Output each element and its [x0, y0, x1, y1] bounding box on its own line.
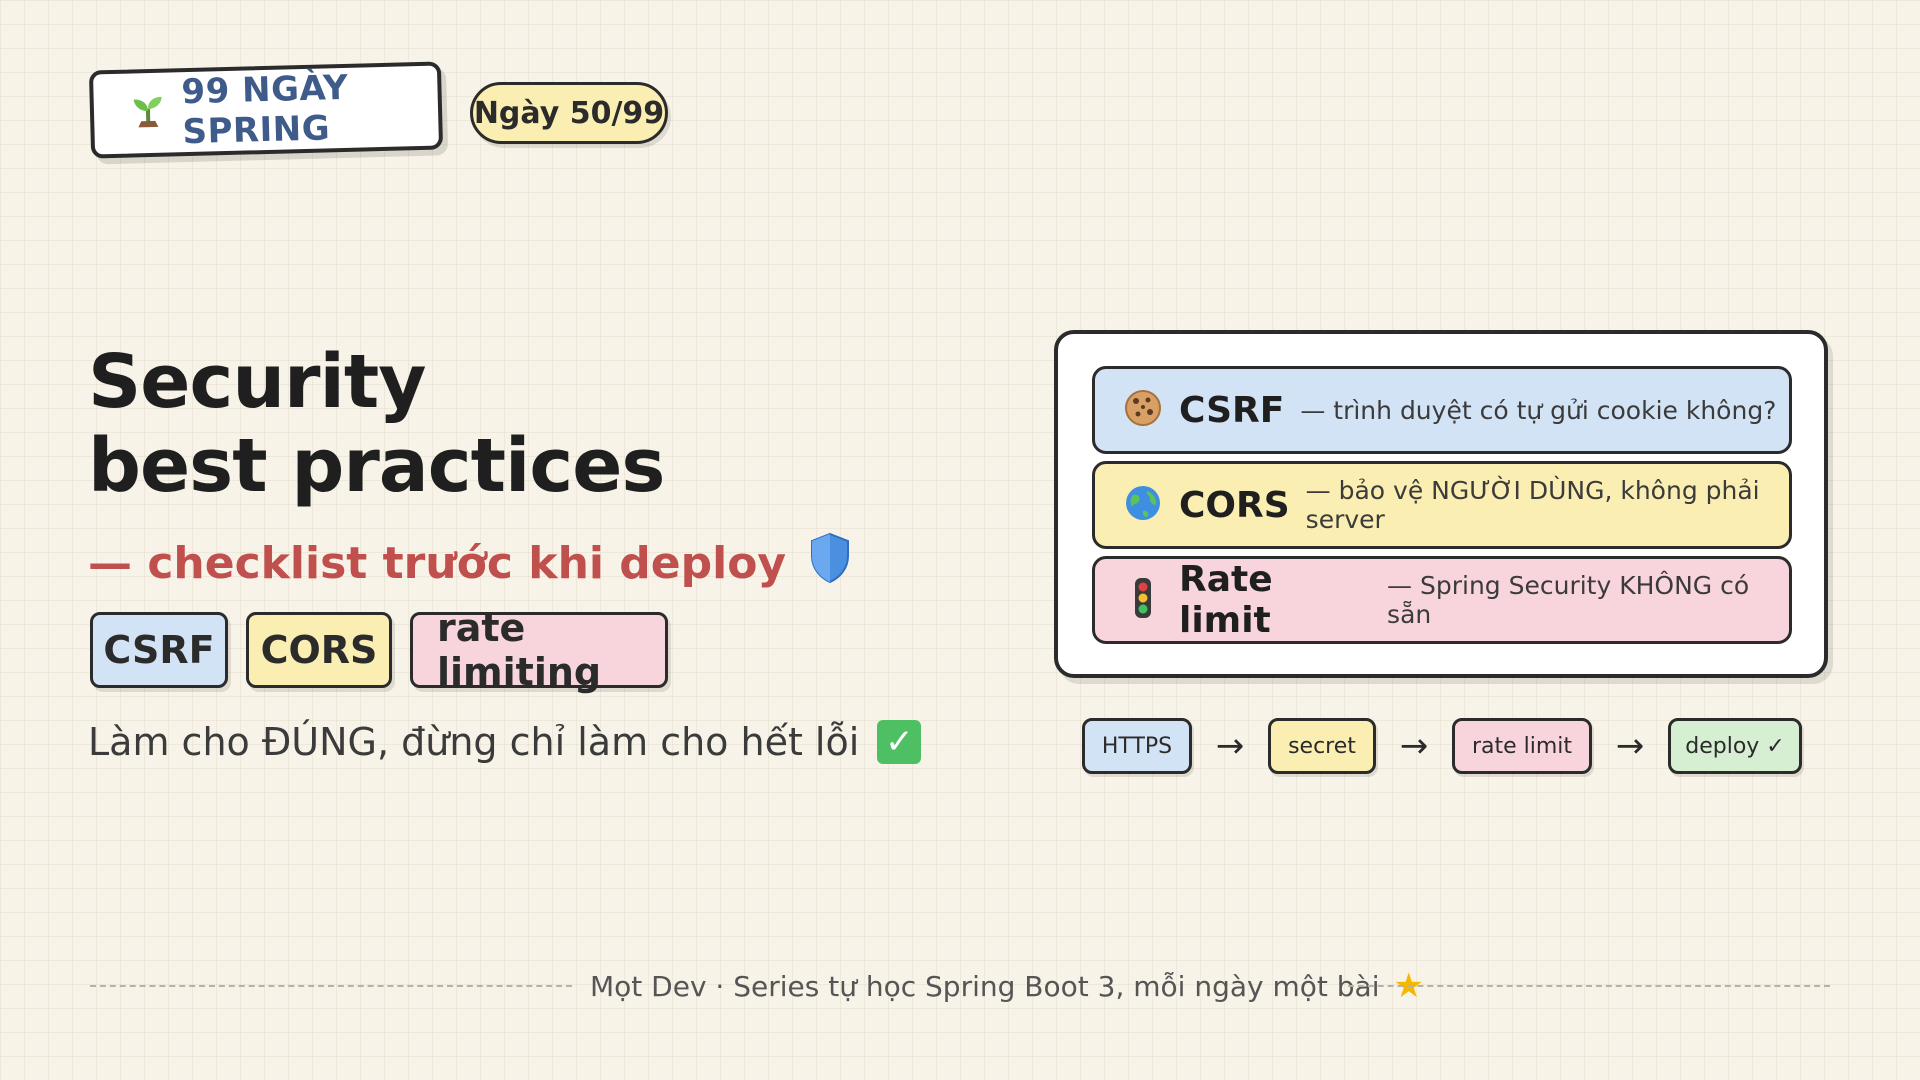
deploy-flow: HTTPS → secret → rate limit → deploy ✓: [1082, 718, 1802, 774]
arrow-right-icon: →: [1215, 726, 1245, 766]
footer-divider-left: [90, 985, 572, 987]
checklist-row-cors: CORS — bảo vệ NGƯỜI DÙNG, không phải ser…: [1092, 461, 1792, 549]
chip-cors: CORS: [246, 612, 392, 688]
row-description: — trình duyệt có tự gửi cookie không?: [1300, 395, 1777, 425]
row-title: CORS: [1179, 484, 1290, 526]
footer: Mọt Dev · Series tự học Spring Boot 3, m…: [590, 966, 1424, 1006]
chip-rate-limiting: rate limiting: [410, 606, 668, 694]
globe-icon: [1123, 483, 1163, 527]
title-line-2: best practices: [88, 423, 665, 509]
checklist-panel: CSRF — trình duyệt có tự gửi cookie khôn…: [1054, 330, 1828, 678]
row-description: — bảo vệ NGƯỜI DÙNG, không phải server: [1305, 476, 1760, 534]
title-line-1: Security: [88, 339, 427, 425]
tagline-text: Làm cho ĐÚNG, đừng chỉ làm cho hết lỗi: [88, 720, 860, 764]
tagline: Làm cho ĐÚNG, đừng chỉ làm cho hết lỗi ✓: [88, 720, 922, 764]
checklist-row-csrf: CSRF — trình duyệt có tự gửi cookie khôn…: [1092, 366, 1792, 454]
flow-step-deploy: deploy ✓: [1668, 718, 1802, 774]
subtitle-text: — checklist trước khi deploy: [88, 538, 787, 589]
day-counter-badge: Ngày 50/99: [470, 82, 668, 144]
checklist-row-rate-limit: Rate limit — Spring Security KHÔNG có sẵ…: [1092, 556, 1792, 644]
flow-step-rate-limit: rate limit: [1452, 718, 1592, 774]
series-badge: 99 NGÀY SPRING: [88, 61, 444, 159]
topic-chips: CSRF CORS rate limiting: [90, 606, 668, 694]
subtitle: — checklist trước khi deploy: [88, 532, 852, 595]
footer-divider-right: [1348, 985, 1830, 987]
cookie-icon: [1123, 388, 1163, 432]
row-title: Rate limit: [1179, 559, 1273, 641]
shield-icon: [808, 532, 852, 595]
flow-step-secret: secret: [1268, 718, 1376, 774]
traffic-light-icon: [1123, 576, 1163, 624]
seedling-icon: [127, 91, 168, 136]
flow-step-https: HTTPS: [1082, 718, 1192, 774]
arrow-right-icon: →: [1399, 726, 1429, 766]
series-title: 99 NGÀY SPRING: [180, 67, 349, 153]
arrow-right-icon: →: [1615, 726, 1645, 766]
chip-csrf: CSRF: [90, 612, 228, 688]
footer-text: Mọt Dev · Series tự học Spring Boot 3, m…: [590, 969, 1380, 1003]
page-title: Security best practices: [88, 339, 665, 509]
row-description: — Spring Security KHÔNG có sẵn: [1387, 571, 1750, 629]
row-title: CSRF: [1179, 389, 1285, 431]
check-mark-icon: ✓: [877, 720, 922, 764]
